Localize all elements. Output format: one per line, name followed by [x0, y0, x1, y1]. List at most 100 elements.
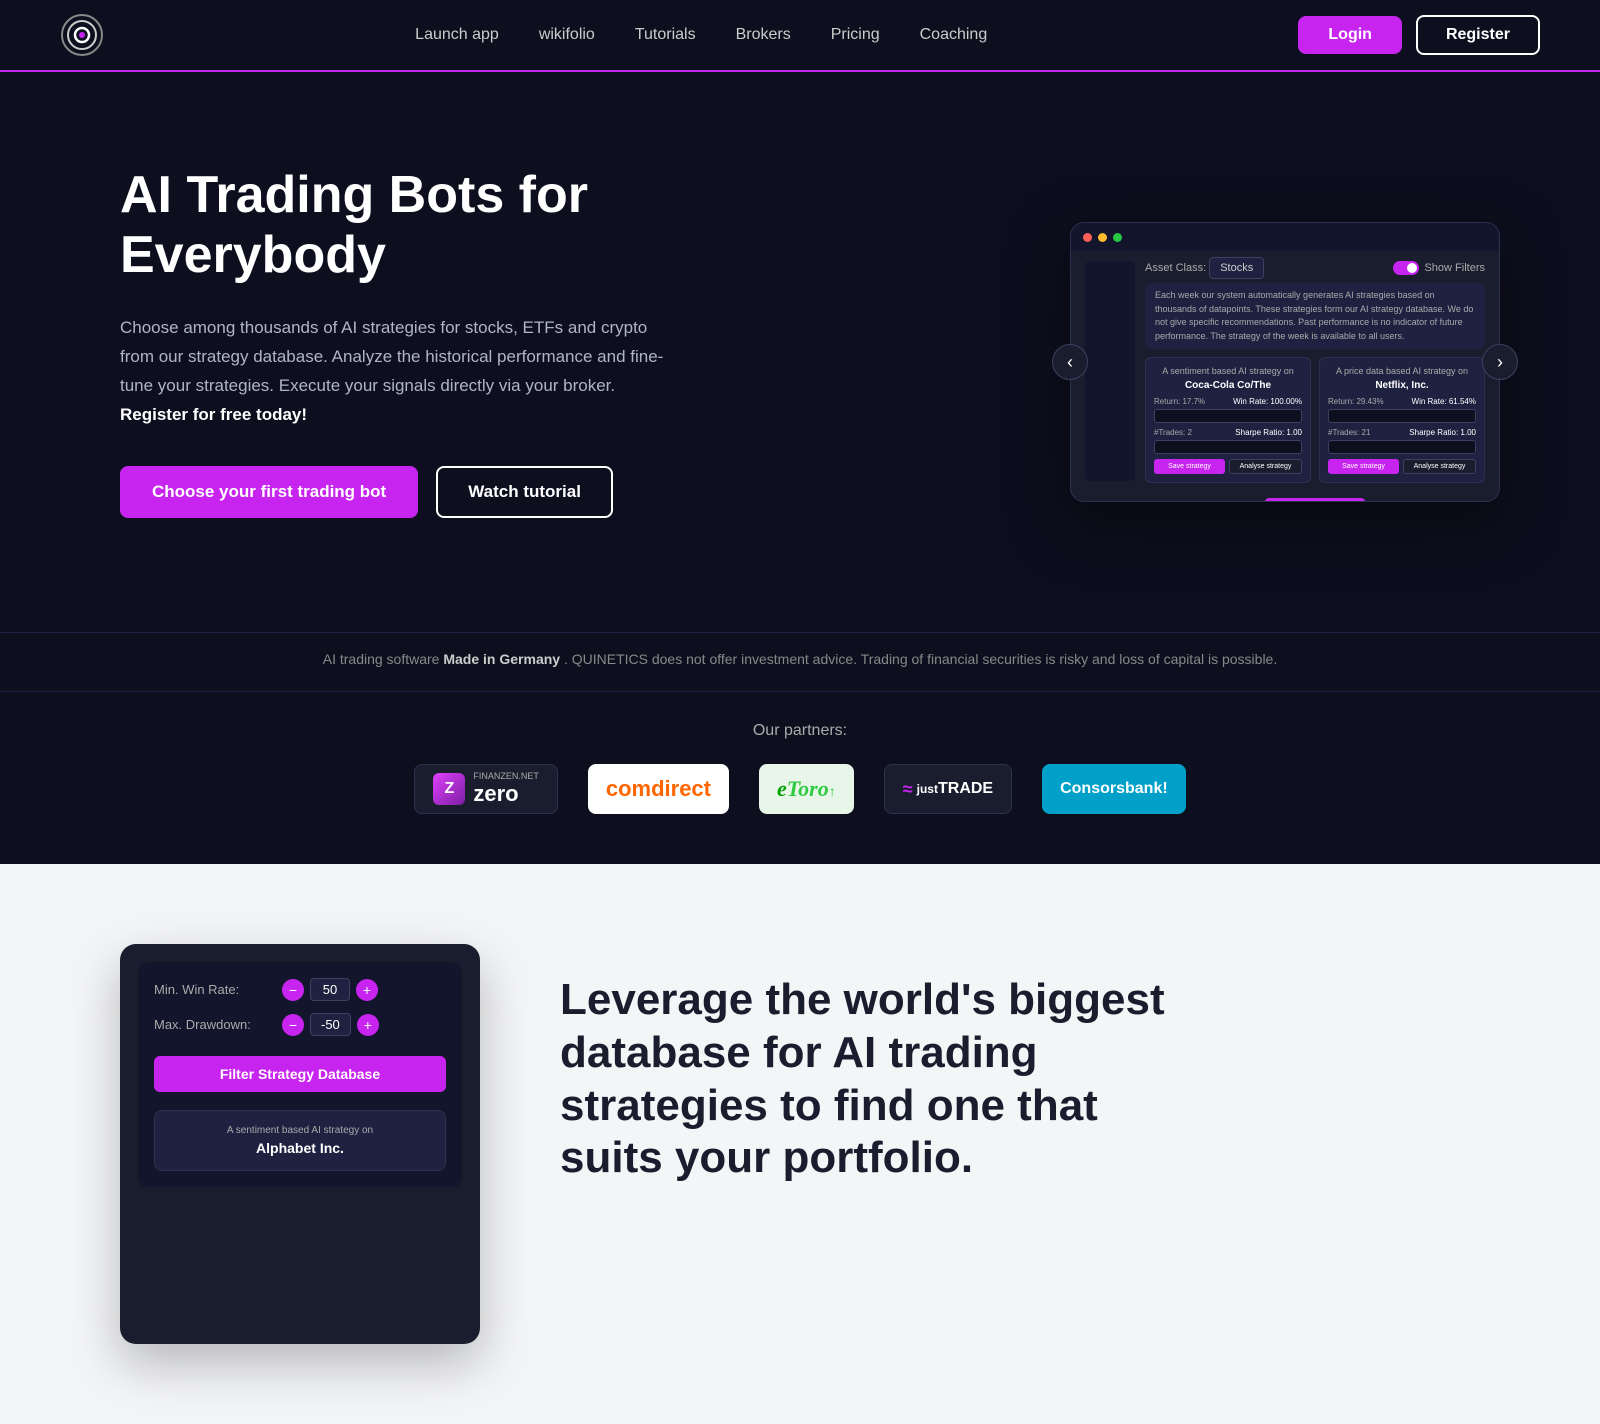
app-card2-name: Netflix, Inc.: [1328, 380, 1476, 391]
nav-tutorials[interactable]: Tutorials: [635, 26, 696, 43]
finanzen-icon: Z: [433, 773, 465, 805]
hero-description: Choose among thousands of AI strategies …: [120, 314, 680, 430]
hero-title: AI Trading Bots for Everybody: [120, 166, 680, 286]
hero-buttons: Choose your first trading bot Watch tuto…: [120, 466, 680, 518]
app-card2-input2: [1328, 440, 1476, 454]
register-button[interactable]: Register: [1416, 15, 1540, 55]
partners-section: Our partners: Z FINANZEN.NET zero comdir…: [0, 691, 1600, 864]
app-card1-input2: [1154, 440, 1302, 454]
etoro-label: eToro↑: [777, 776, 836, 802]
section-2-title: Leverage the world's biggest database fo…: [560, 974, 1480, 1185]
filter-winrate-controls: − 50 +: [282, 978, 378, 1001]
app-info-box: Each week our system automatically gener…: [1145, 283, 1485, 349]
app-select-metrics-button[interactable]: Select Metrics »: [1265, 498, 1365, 502]
comdirect-label: comdirect: [606, 776, 711, 802]
app-card-1: A sentiment based AI strategy on Coca-Co…: [1145, 357, 1311, 483]
window-maximize-dot: [1113, 233, 1122, 242]
justtrade-label: ≈ justTRADE: [903, 779, 993, 800]
carousel-next-button[interactable]: ›: [1482, 344, 1518, 380]
nav-brokers[interactable]: Brokers: [736, 26, 791, 43]
filter-drawdown-plus[interactable]: +: [357, 1014, 379, 1036]
filter-winrate-minus[interactable]: −: [282, 979, 304, 1001]
filter-winrate-value: 50: [310, 978, 350, 1001]
app-screenshot: Asset Class: Stocks Show Filters Each we…: [1070, 222, 1500, 502]
nav-links: Launch app wikifolio Tutorials Brokers P…: [415, 26, 987, 44]
app-card2-buttons: Save strategy Analyse strategy: [1328, 459, 1476, 474]
app-topbar: [1071, 223, 1499, 251]
filter-db-button[interactable]: Filter Strategy Database: [154, 1056, 446, 1092]
finanzen-text: FINANZEN.NET zero: [473, 771, 539, 807]
app-asset-select[interactable]: Stocks: [1209, 257, 1264, 279]
filter-drawdown-minus[interactable]: −: [282, 1014, 304, 1036]
tablet-mockup: Min. Win Rate: − 50 + Max. Drawdown: − -…: [120, 944, 480, 1344]
app-card1-buttons: Save strategy Analyse strategy: [1154, 459, 1302, 474]
choose-bot-button[interactable]: Choose your first trading bot: [120, 466, 418, 518]
partners-logos: Z FINANZEN.NET zero comdirect eToro↑ ≈ j…: [60, 764, 1540, 814]
app-card2-save-button[interactable]: Save strategy: [1328, 459, 1399, 474]
app-header-row: Asset Class: Stocks Show Filters: [1145, 261, 1485, 275]
app-content: Asset Class: Stocks Show Filters Each we…: [1071, 251, 1499, 502]
tablet-card-name: Alphabet Inc.: [169, 1140, 431, 1156]
carousel-prev-button[interactable]: ‹: [1052, 344, 1088, 380]
consorsbank-label: Consorsbank!: [1060, 780, 1168, 798]
app-sidebar: [1085, 261, 1135, 481]
app-card1-return: Return: 17.7% Win Rate: 100.00%: [1154, 397, 1302, 406]
hero-section: AI Trading Bots for Everybody Choose amo…: [0, 72, 1600, 632]
section-2-left: Min. Win Rate: − 50 + Max. Drawdown: − -…: [120, 944, 480, 1344]
disclaimer: AI trading software Made in Germany . QU…: [0, 632, 1600, 691]
hero-left: AI Trading Bots for Everybody Choose amo…: [120, 166, 680, 557]
nav-pricing[interactable]: Pricing: [831, 26, 880, 43]
tablet-card-subtitle: A sentiment based AI strategy on: [169, 1125, 431, 1136]
filters-toggle-switch[interactable]: [1393, 261, 1419, 275]
filter-winrate-row: Min. Win Rate: − 50 +: [154, 978, 446, 1001]
hero-cta-text: Register for free today!: [120, 405, 307, 424]
tablet-strategy-card: A sentiment based AI strategy on Alphabe…: [154, 1110, 446, 1171]
app-card1-input: [1154, 409, 1302, 423]
app-card2-subtitle: A price data based AI strategy on: [1328, 366, 1476, 376]
app-card-2: A price data based AI strategy on Netfli…: [1319, 357, 1485, 483]
nav-launch-app[interactable]: Launch app: [415, 26, 499, 43]
app-card2-analyse-button[interactable]: Analyse strategy: [1403, 459, 1476, 474]
partner-justtrade[interactable]: ≈ justTRADE: [884, 764, 1012, 814]
watch-tutorial-button[interactable]: Watch tutorial: [436, 466, 613, 518]
filter-drawdown-row: Max. Drawdown: − -50 +: [154, 1013, 446, 1036]
app-card1-save-button[interactable]: Save strategy: [1154, 459, 1225, 474]
nav-wikifolio[interactable]: wikifolio: [539, 26, 595, 43]
filter-drawdown-value: -50: [310, 1013, 351, 1036]
partner-consorsbank[interactable]: Consorsbank!: [1042, 764, 1186, 814]
logo[interactable]: [60, 13, 104, 57]
section-2-right: Leverage the world's biggest database fo…: [560, 944, 1480, 1185]
app-cards-row: A sentiment based AI strategy on Coca-Co…: [1145, 357, 1485, 483]
hero-right: ‹ Asset Class: Stocks: [1070, 222, 1500, 502]
partner-finanzen[interactable]: Z FINANZEN.NET zero: [414, 764, 558, 814]
filter-drawdown-controls: − -50 +: [282, 1013, 379, 1036]
app-asset-label: Asset Class: Stocks: [1145, 262, 1264, 274]
nav-actions: Login Register: [1298, 15, 1540, 55]
filter-winrate-plus[interactable]: +: [356, 979, 378, 1001]
filters-label: Show Filters: [1424, 262, 1485, 274]
filter-drawdown-label: Max. Drawdown:: [154, 1017, 274, 1032]
section-2: Min. Win Rate: − 50 + Max. Drawdown: − -…: [0, 864, 1600, 1424]
finanzen-main: zero: [473, 781, 539, 807]
login-button[interactable]: Login: [1298, 16, 1402, 54]
disclaimer-text-after: . QUINETICS does not offer investment ad…: [564, 651, 1277, 667]
app-main: Asset Class: Stocks Show Filters Each we…: [1145, 261, 1485, 502]
window-close-dot: [1083, 233, 1092, 242]
disclaimer-made-in: Made in Germany: [443, 651, 560, 667]
navbar: Launch app wikifolio Tutorials Brokers P…: [0, 0, 1600, 72]
app-card1-name: Coca-Cola Co/The: [1154, 380, 1302, 391]
tablet-inner: Min. Win Rate: − 50 + Max. Drawdown: − -…: [138, 962, 462, 1187]
app-card2-return: Return: 29.43% Win Rate: 61.54%: [1328, 397, 1476, 406]
disclaimer-text-before: AI trading software: [323, 651, 440, 667]
window-minimize-dot: [1098, 233, 1107, 242]
app-card1-subtitle: A sentiment based AI strategy on: [1154, 366, 1302, 376]
app-card2-input: [1328, 409, 1476, 423]
finanzen-sub: FINANZEN.NET: [473, 771, 539, 781]
app-bottom-section: Select Metrics »: [1145, 497, 1485, 502]
app-card1-analyse-button[interactable]: Analyse strategy: [1229, 459, 1302, 474]
partner-etoro[interactable]: eToro↑: [759, 764, 854, 814]
partners-label: Our partners:: [60, 722, 1540, 740]
partner-comdirect[interactable]: comdirect: [588, 764, 729, 814]
nav-coaching[interactable]: Coaching: [920, 26, 988, 43]
app-card2-trades: #Trades: 21 Sharpe Ratio: 1.00: [1328, 428, 1476, 437]
